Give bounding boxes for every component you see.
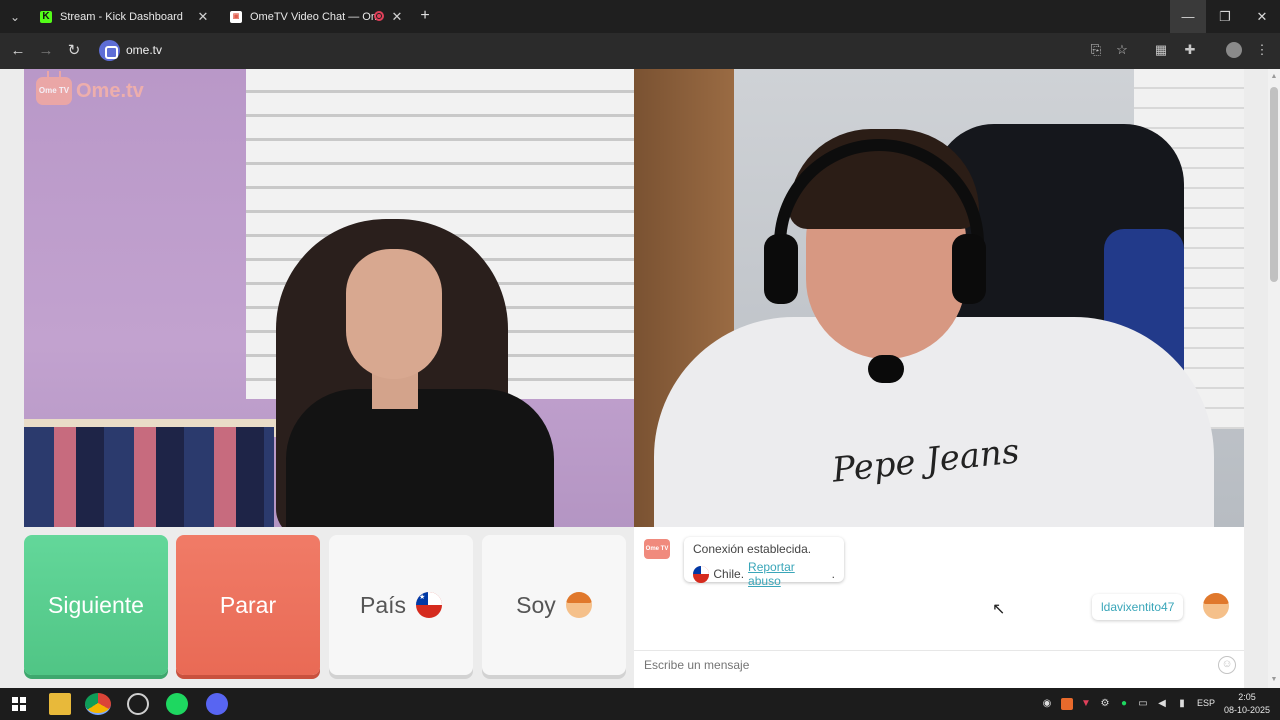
next-button[interactable]: Siguiente: [24, 535, 168, 675]
next-button-label: Siguiente: [48, 591, 144, 618]
spotify-tray-icon[interactable]: ●: [1118, 698, 1130, 710]
report-abuse-link[interactable]: Reportar abuso: [748, 560, 828, 588]
stop-button-label: Parar: [219, 591, 277, 618]
new-tab-button[interactable]: +: [416, 7, 434, 25]
close-window-button[interactable]: ✕: [1244, 0, 1280, 33]
ometv-icon: ▣: [230, 10, 242, 23]
extensions-icon[interactable]: ✚: [1182, 42, 1198, 58]
ometv-logo: Ome TV Ome.tv: [36, 77, 144, 105]
scroll-up-icon[interactable]: ▲: [1268, 71, 1280, 83]
forward-arrow-icon[interactable]: →: [36, 41, 56, 61]
obs-icon[interactable]: [127, 693, 149, 715]
discord-tray-icon[interactable]: ◉: [1041, 698, 1053, 710]
address-bar[interactable]: ome.tv: [126, 43, 162, 57]
discord-icon[interactable]: [206, 693, 228, 715]
user-avatar-icon: [1203, 593, 1229, 619]
profile-avatar-icon[interactable]: [1226, 42, 1242, 58]
chile-flag-icon: [693, 565, 710, 583]
country-button-label: País: [359, 591, 407, 618]
site-info-icon[interactable]: [99, 40, 120, 61]
tab-search-chevron-icon[interactable]: ⌄: [6, 8, 24, 26]
windows-start-icon[interactable]: [12, 697, 26, 711]
stop-button[interactable]: Parar: [176, 535, 320, 675]
gender-button[interactable]: Soy: [482, 535, 626, 675]
bed-blanket: [24, 427, 274, 527]
system-message: Conexión establecida. Chile. Reportar ab…: [684, 537, 844, 588]
chat-input-bar: ☺: [634, 650, 1244, 680]
logo-text: Ome.tv: [76, 79, 144, 102]
shield-tray-icon[interactable]: ▼: [1080, 698, 1092, 710]
mouse-cursor-icon: ↖: [992, 601, 1006, 618]
close-tab-icon[interactable]: ✕: [390, 10, 404, 24]
tab-kick-dashboard[interactable]: K Stream - Kick Dashboard ✕: [30, 0, 216, 33]
more-menu-icon[interactable]: ⋮: [1254, 42, 1270, 58]
self-video: Pepe Jeans: [634, 69, 1244, 527]
bookmark-star-icon[interactable]: ☆: [1114, 42, 1130, 58]
boy-avatar-icon: [565, 592, 592, 618]
person-face: [346, 249, 442, 379]
back-arrow-icon[interactable]: ←: [8, 41, 28, 61]
tab-ometv[interactable]: ▣ OmeTV Video Chat — Ome ✕: [220, 0, 410, 33]
chrome-icon[interactable]: [85, 693, 111, 715]
cast-icon[interactable]: ⎘: [1088, 42, 1104, 58]
file-explorer-icon[interactable]: [49, 693, 71, 715]
stranger-video: Ome TV Ome.tv: [24, 69, 634, 527]
network-icon[interactable]: ▭: [1137, 698, 1149, 710]
person-hoodie: [654, 317, 1214, 527]
connection-status: Conexión establecida.: [693, 542, 812, 556]
system-clock[interactable]: 2:05 08-10-2025: [1222, 691, 1272, 717]
headset-mic: [868, 355, 904, 383]
app-tray-icon[interactable]: [1061, 698, 1073, 710]
recording-icon: [374, 11, 384, 21]
minimize-button[interactable]: —: [1170, 0, 1206, 33]
emoji-smile-icon[interactable]: ☺: [1218, 656, 1236, 674]
close-tab-icon[interactable]: ✕: [196, 10, 210, 24]
windows-taskbar: ◉ ▼ ⚙ ● ▭ ◀ ▮ ESP 2:05 08-10-2025: [0, 688, 1280, 720]
chile-flag-icon: ★: [416, 592, 443, 618]
country-line: Chile. Reportar abuso.: [693, 560, 835, 588]
microphone-icon[interactable]: ▮: [1176, 698, 1188, 710]
country-name: Chile.: [713, 567, 745, 581]
restore-button[interactable]: ❐: [1207, 0, 1243, 33]
ometv-chat-logo-icon: Ome TV: [644, 539, 670, 559]
spotify-icon[interactable]: [166, 693, 188, 715]
tv-logo-icon: Ome TV: [36, 77, 72, 105]
reload-icon[interactable]: ↻: [64, 41, 84, 61]
scrollbar-thumb[interactable]: [1270, 87, 1278, 282]
steam-tray-icon[interactable]: ⚙: [1099, 698, 1111, 710]
report-suffix: .: [831, 567, 835, 581]
browser-toolbar: ← → ↻ ome.tv ⎘ ☆ ▦ ✚ ⋮: [0, 33, 1280, 69]
volume-icon[interactable]: ◀: [1156, 698, 1168, 710]
scroll-down-icon[interactable]: ▼: [1268, 674, 1280, 686]
clock-time: 2:05: [1238, 692, 1256, 702]
ometv-page: Ome TV Ome.tv Pepe Jeans Siguiente Parar…: [0, 69, 1280, 688]
person-body: [286, 389, 554, 527]
extension-puzzle-icon[interactable]: ▦: [1153, 42, 1169, 58]
headset-earcup: [764, 234, 798, 304]
chat-panel: Ome TV Conexión establecida. Chile. Repo…: [634, 527, 1244, 688]
country-button[interactable]: País ★: [329, 535, 473, 675]
page-scrollbar[interactable]: ▲ ▼: [1268, 69, 1280, 688]
tab-title: OmeTV Video Chat — Ome: [250, 10, 376, 23]
browser-tabbar: ⌄ K Stream - Kick Dashboard ✕ ▣ OmeTV Vi…: [0, 0, 1280, 33]
message-input[interactable]: [644, 651, 1204, 679]
headset-earcup: [952, 234, 986, 304]
username-message: ldavixentito47: [1092, 594, 1184, 620]
language-indicator[interactable]: ESP: [1197, 698, 1215, 708]
tab-title: Stream - Kick Dashboard: [60, 10, 183, 23]
kick-icon: K: [40, 10, 52, 23]
gender-button-label: Soy: [516, 591, 556, 618]
clock-date: 08-10-2025: [1223, 705, 1271, 715]
